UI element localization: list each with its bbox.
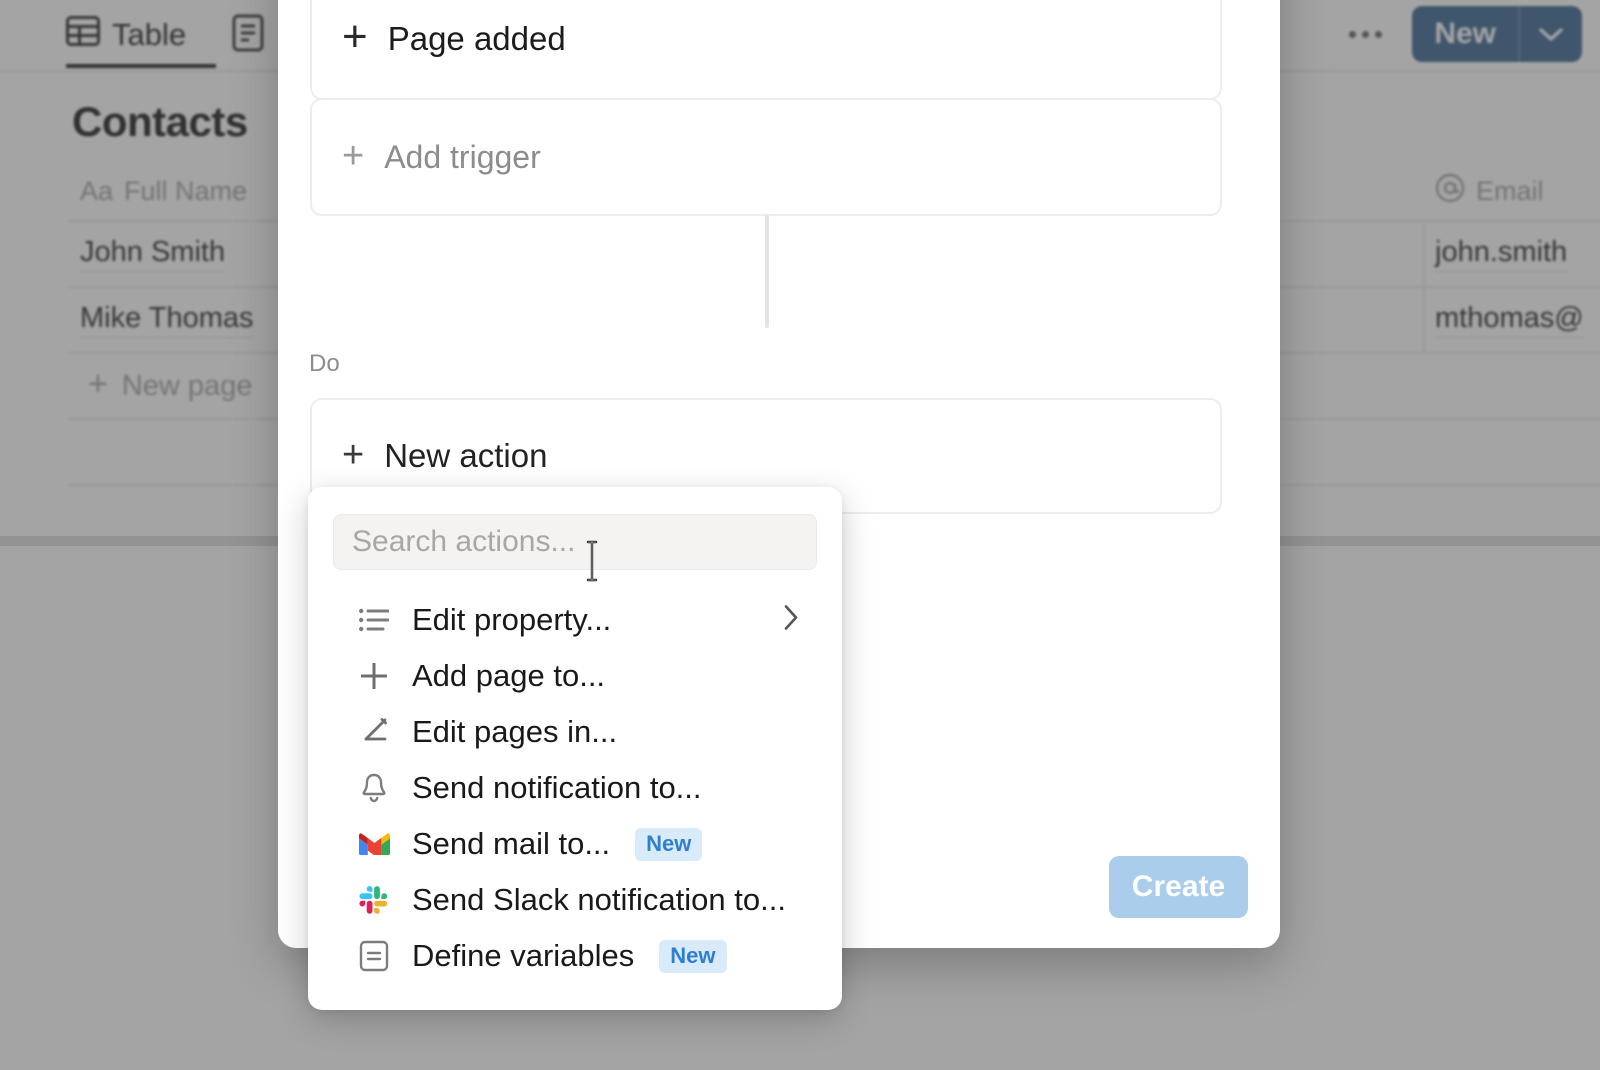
status-badge: New bbox=[635, 827, 703, 861]
menu-item-label: Define variables bbox=[412, 938, 635, 973]
actions-menu-list: Edit property... Add page to... Edit pag… bbox=[333, 592, 817, 984]
menu-item-send-slack-notification-to[interactable]: Send Slack notification to... bbox=[333, 872, 817, 928]
text-cursor bbox=[584, 540, 600, 582]
create-button[interactable]: Create bbox=[1109, 856, 1248, 918]
slack-icon bbox=[357, 883, 391, 917]
menu-item-edit-pages-in[interactable]: Edit pages in... bbox=[333, 704, 817, 760]
chevron-right-icon[interactable] bbox=[783, 604, 799, 637]
pencil-icon bbox=[357, 715, 391, 749]
trigger-card-label: Page added bbox=[387, 20, 566, 57]
search-actions-input[interactable]: Search actions... bbox=[333, 514, 817, 570]
list-icon bbox=[357, 603, 391, 637]
bell-icon bbox=[357, 771, 391, 805]
plus-icon bbox=[357, 659, 391, 693]
new-action-label: New action bbox=[384, 437, 548, 474]
menu-item-label: Edit pages in... bbox=[412, 714, 618, 749]
trigger-card-page-added[interactable]: + Page added bbox=[310, 0, 1222, 100]
menu-item-label: Edit property... bbox=[412, 602, 612, 637]
plus-icon: + bbox=[342, 12, 368, 61]
add-trigger-button[interactable]: + Add trigger bbox=[310, 98, 1222, 216]
actions-dropdown: Search actions... Edit property... Add p… bbox=[308, 487, 842, 1010]
variables-icon bbox=[357, 939, 391, 973]
plus-icon: + bbox=[342, 433, 365, 476]
menu-item-label: Send Slack notification to... bbox=[412, 882, 786, 917]
menu-item-label: Add page to... bbox=[412, 658, 606, 693]
do-section-label: Do bbox=[309, 350, 340, 377]
add-trigger-label: Add trigger bbox=[384, 138, 541, 175]
menu-item-define-variables[interactable]: Define variables New bbox=[333, 928, 817, 984]
gmail-icon bbox=[357, 827, 391, 861]
search-placeholder: Search actions... bbox=[352, 525, 576, 558]
menu-item-send-notification-to[interactable]: Send notification to... bbox=[333, 760, 817, 816]
menu-item-label: Send mail to... bbox=[412, 826, 611, 861]
menu-item-send-mail-to[interactable]: Send mail to... New bbox=[333, 816, 817, 872]
menu-item-label: Send notification to... bbox=[412, 770, 702, 805]
plus-icon: + bbox=[342, 134, 365, 177]
menu-item-edit-property[interactable]: Edit property... bbox=[333, 592, 817, 648]
menu-item-add-page-to[interactable]: Add page to... bbox=[333, 648, 817, 704]
flow-connector-line bbox=[765, 215, 769, 328]
status-badge: New bbox=[659, 939, 727, 973]
